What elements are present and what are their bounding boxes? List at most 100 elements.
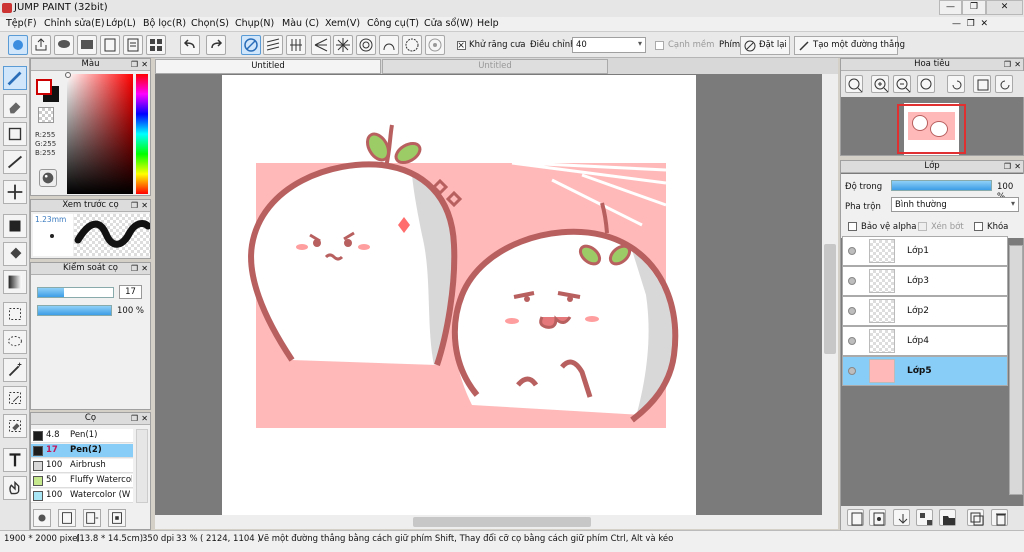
document-icon[interactable] bbox=[100, 35, 120, 55]
palette-icon[interactable] bbox=[39, 169, 57, 187]
radial-lines-icon[interactable] bbox=[333, 35, 353, 55]
maximize-button[interactable]: ❐ bbox=[962, 0, 986, 15]
dock-icon[interactable]: ❐ bbox=[1004, 59, 1011, 70]
move-tool-icon[interactable] bbox=[3, 180, 27, 204]
magic-wand-icon[interactable] bbox=[3, 358, 27, 382]
close-icon[interactable]: ✕ bbox=[141, 200, 148, 211]
visibility-icon[interactable] bbox=[848, 367, 856, 375]
menu-help[interactable]: Help bbox=[477, 18, 499, 29]
visibility-icon[interactable] bbox=[848, 277, 856, 285]
layer-properties-icon[interactable] bbox=[869, 509, 886, 526]
zoom-in-icon[interactable] bbox=[871, 75, 889, 93]
doc-window-controls[interactable]: — ❐ ✕ bbox=[952, 19, 988, 29]
undo-icon[interactable] bbox=[180, 35, 200, 55]
note-icon[interactable] bbox=[77, 35, 97, 55]
hue-slider[interactable] bbox=[136, 74, 148, 194]
close-icon[interactable]: ✕ bbox=[141, 413, 148, 424]
drawing-canvas[interactable] bbox=[222, 75, 696, 515]
zoom-out-icon[interactable] bbox=[893, 75, 911, 93]
select-rect-icon[interactable] bbox=[3, 302, 27, 326]
close-icon[interactable]: ✕ bbox=[141, 59, 148, 70]
menu-tools[interactable]: Công cụ(T) bbox=[367, 18, 419, 29]
merge-layer-icon[interactable] bbox=[893, 509, 910, 526]
horizontal-scroll-thumb[interactable] bbox=[413, 517, 591, 527]
pen-tool-icon[interactable] bbox=[3, 66, 27, 90]
bucket-tool-icon[interactable] bbox=[3, 242, 27, 266]
layer-list-scrollbar[interactable] bbox=[1009, 245, 1023, 495]
redo-icon[interactable] bbox=[206, 35, 226, 55]
brush-item[interactable]: 4.8 Pen(1) bbox=[31, 429, 133, 443]
blend-mode-select[interactable]: Bình thường ▾ bbox=[891, 197, 1019, 212]
grid-icon[interactable] bbox=[146, 35, 166, 55]
gradient-tool-icon[interactable] bbox=[3, 270, 27, 294]
zoom-fit-icon[interactable] bbox=[845, 75, 863, 93]
clip-checkbox[interactable] bbox=[918, 222, 927, 231]
parallel-lines-icon[interactable] bbox=[263, 35, 283, 55]
menu-capture[interactable]: Chụp(N) bbox=[235, 18, 274, 29]
duplicate-layer-icon[interactable] bbox=[967, 509, 984, 526]
close-icon[interactable]: ✕ bbox=[141, 263, 148, 274]
dock-icon[interactable]: ❐ bbox=[1004, 161, 1011, 172]
brush-opacity-slider[interactable] bbox=[37, 305, 112, 316]
brush-size-input[interactable]: 17 bbox=[119, 285, 142, 299]
dock-icon[interactable]: ❐ bbox=[131, 200, 138, 211]
visibility-icon[interactable] bbox=[848, 247, 856, 255]
concentric-icon[interactable] bbox=[356, 35, 376, 55]
brush-item[interactable]: 50 Fluffy Watercol bbox=[31, 474, 133, 488]
fill-tool-icon[interactable] bbox=[8, 35, 28, 55]
layer-row[interactable]: Lớp4 bbox=[842, 326, 1008, 356]
brush-size-slider[interactable] bbox=[37, 287, 114, 298]
dock-icon[interactable]: ❐ bbox=[131, 413, 138, 424]
rotate-reset-icon[interactable] bbox=[973, 75, 991, 93]
menu-color[interactable]: Màu (C) bbox=[282, 18, 319, 29]
menu-view[interactable]: Xem(V) bbox=[325, 18, 360, 29]
menu-layer[interactable]: Lớp(L) bbox=[106, 18, 136, 29]
lock-checkbox[interactable] bbox=[974, 222, 983, 231]
comment-icon[interactable] bbox=[54, 35, 74, 55]
fill-rect-tool-icon[interactable] bbox=[3, 214, 27, 238]
raster-layer-icon[interactable] bbox=[916, 509, 933, 526]
layer-row[interactable]: Lớp1 bbox=[842, 236, 1008, 266]
folder-icon[interactable] bbox=[939, 509, 956, 526]
brush-menu-icon[interactable] bbox=[83, 509, 101, 527]
layer-row[interactable]: Lớp2 bbox=[842, 296, 1008, 326]
menu-select[interactable]: Chọn(S) bbox=[191, 18, 229, 29]
menu-filter[interactable]: Bộ lọc(R) bbox=[143, 18, 186, 29]
dock-icon[interactable]: ❐ bbox=[131, 59, 138, 70]
brush-item-selected[interactable]: 17 Pen(2) bbox=[31, 444, 133, 458]
menu-window[interactable]: Cửa sổ(W) bbox=[424, 18, 473, 29]
zoom-actual-icon[interactable] bbox=[917, 75, 935, 93]
curve-ruler-icon[interactable] bbox=[379, 35, 399, 55]
brush-item[interactable]: 100 Airbrush bbox=[31, 459, 133, 473]
select-pen-icon[interactable] bbox=[3, 386, 27, 410]
protect-alpha-checkbox[interactable] bbox=[848, 222, 857, 231]
eraser-tool-icon[interactable] bbox=[3, 94, 27, 118]
menu-file[interactable]: Tệp(F) bbox=[6, 18, 37, 29]
new-layer-icon[interactable] bbox=[847, 509, 864, 526]
no-ruler-icon[interactable] bbox=[241, 35, 261, 55]
layer-row[interactable]: Lớp3 bbox=[842, 266, 1008, 296]
rotate-left-icon[interactable] bbox=[947, 75, 965, 93]
adjust-select[interactable]: 40 ▾ bbox=[572, 37, 646, 53]
rotate-right-icon[interactable] bbox=[995, 75, 1013, 93]
straight-line-button[interactable]: Tạo một đường thẳng bbox=[794, 36, 905, 55]
new-brush-icon[interactable] bbox=[58, 509, 76, 527]
vertical-scroll-thumb[interactable] bbox=[824, 244, 836, 354]
page-icon[interactable] bbox=[123, 35, 143, 55]
navigator-viewport-frame[interactable] bbox=[897, 104, 966, 154]
brush-copy-icon[interactable] bbox=[108, 509, 126, 527]
dock-icon[interactable]: ❐ bbox=[131, 263, 138, 274]
tab-untitled-active[interactable]: Untitled bbox=[155, 59, 381, 74]
saturation-value-picker[interactable] bbox=[65, 72, 133, 194]
symmetry-icon[interactable] bbox=[425, 35, 445, 55]
reset-button[interactable]: Đặt lại bbox=[740, 36, 790, 55]
close-icon[interactable]: ✕ bbox=[1014, 59, 1021, 70]
share-icon[interactable] bbox=[31, 35, 51, 55]
lasso-icon[interactable] bbox=[3, 330, 27, 354]
antialias-checkbox[interactable] bbox=[457, 41, 466, 50]
vertical-scrollbar[interactable] bbox=[822, 74, 838, 515]
rectangle-tool-icon[interactable] bbox=[3, 122, 27, 146]
soft-edge-checkbox[interactable] bbox=[655, 41, 664, 50]
close-icon[interactable]: ✕ bbox=[1014, 161, 1021, 172]
select-eraser-icon[interactable] bbox=[3, 414, 27, 438]
